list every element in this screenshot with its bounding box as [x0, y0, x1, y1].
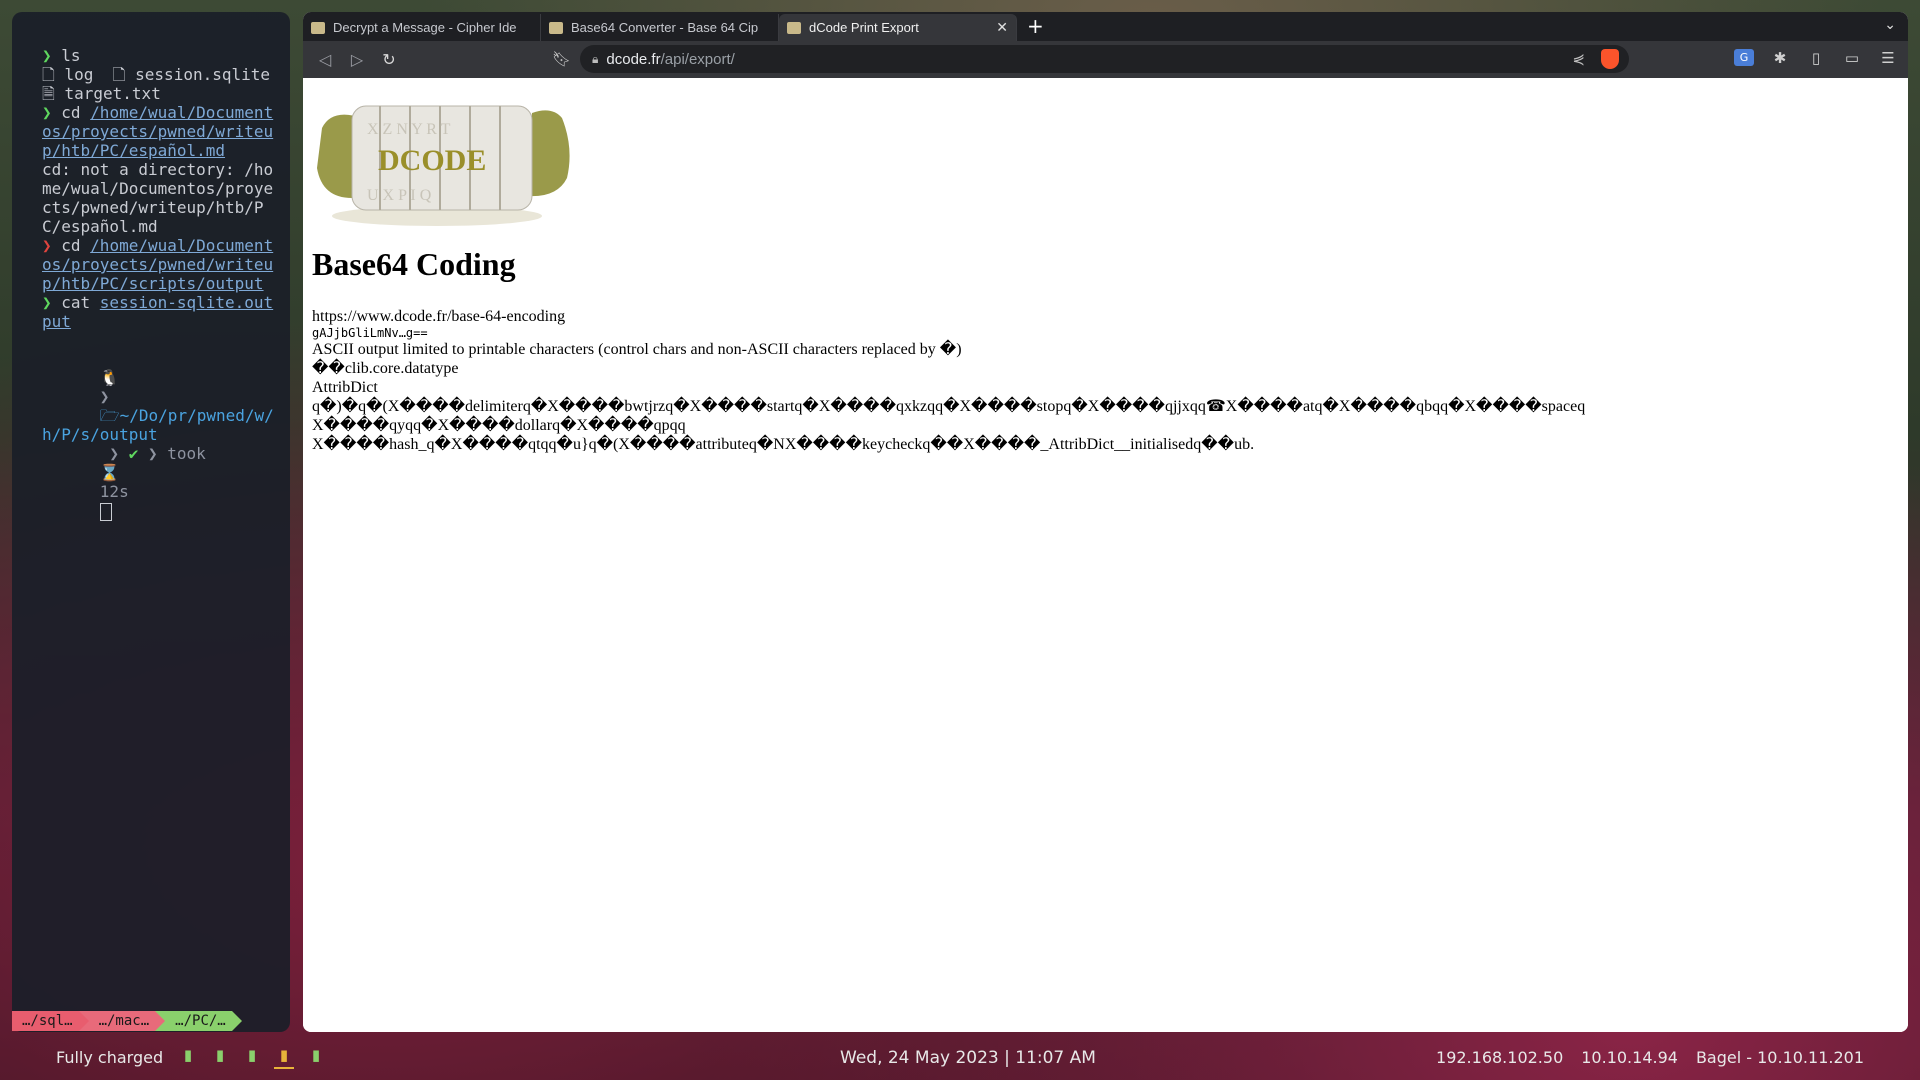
- output-line: X����qyqq�X����dollarq�X����qpqq: [312, 417, 686, 434]
- command-text: ls: [61, 46, 81, 65]
- terminal-output: ❯ ls 🗋 log 🗋 session.sqlite 🗎 target.txt…: [42, 46, 274, 540]
- system-status-bar: Fully charged ▮ ▮ ▮ ▮ ▮ Wed, 24 May 2023…: [0, 1040, 1920, 1080]
- workspace-icon[interactable]: ▮: [242, 1046, 262, 1069]
- terminal-cursor[interactable]: [99, 502, 112, 521]
- reload-icon[interactable]: ↻: [373, 50, 405, 69]
- bookmark-icon[interactable]: 🔖︎: [552, 50, 571, 68]
- error-output: cd: not a directory: /home/wual/Document…: [42, 160, 274, 236]
- tab-bar: Decrypt a Message - Cipher Ide Base64 Co…: [303, 12, 1908, 41]
- terminal-line: ❯ cat session-sqlite.output: [42, 293, 274, 331]
- output-note: ASCII output limited to printable charac…: [312, 341, 962, 358]
- local-ip: 192.168.102.50: [1436, 1048, 1564, 1067]
- browser-toolbar: ◁ ▷ ↻ 🔖︎ 🔒︎ dcode.fr/api/export/ ⋞ G ✱ ▯…: [303, 41, 1908, 78]
- took-label: took: [167, 444, 206, 463]
- browser-tab[interactable]: Base64 Converter - Base 64 Cip: [541, 14, 779, 41]
- chevron-down-icon[interactable]: ⌄: [1884, 17, 1896, 33]
- logo-text: DCODE: [378, 144, 486, 177]
- workspace-icon[interactable]: ▮: [210, 1046, 230, 1069]
- extensions-icon[interactable]: ✱: [1770, 49, 1790, 67]
- prompt-arrow: ❯: [42, 103, 62, 122]
- menu-icon[interactable]: ☰: [1878, 49, 1898, 67]
- address-bar[interactable]: 🔒︎ dcode.fr/api/export/ ⋞: [580, 45, 1629, 73]
- terminal-window[interactable]: ❯ ls 🗋 log 🗋 session.sqlite 🗎 target.txt…: [12, 12, 290, 1032]
- tab-title: dCode Print Export: [809, 20, 919, 35]
- tab-title: Decrypt a Message - Cipher Ide: [333, 20, 517, 35]
- toolbar-actions: G ✱ ▯ ▭ ☰: [1734, 49, 1898, 67]
- dcode-favicon-icon: [549, 21, 563, 34]
- prompt-arrow: ❯: [42, 293, 62, 312]
- output-line: ��clib.core.datatype: [312, 360, 459, 377]
- terminal-line: 🗋 log 🗋 session.sqlite 🗎 target.txt: [42, 65, 274, 103]
- tab-title: Base64 Converter - Base 64 Cip: [571, 20, 759, 35]
- tmux-tab[interactable]: …/sql…: [12, 1011, 79, 1031]
- source-url[interactable]: https://www.dcode.fr/base-64-encoding: [312, 307, 1899, 326]
- forward-icon[interactable]: ▷: [341, 50, 373, 69]
- workspace-switcher: ▮ ▮ ▮ ▮ ▮: [178, 1046, 326, 1069]
- translate-icon[interactable]: G: [1734, 49, 1754, 66]
- shell-prompt: 🐧 ❯ 🗁~/Do/pr/pwned/w/h/P/s/output ❯ ✔ ❯ …: [42, 349, 274, 540]
- ls-output: 🗋 log 🗋 session.sqlite 🗎 target.txt: [42, 65, 290, 103]
- share-icon[interactable]: ⋞: [1572, 50, 1585, 68]
- sidebar-icon[interactable]: ▯: [1806, 49, 1826, 67]
- folder-icon: 🗁: [99, 406, 120, 425]
- page-title: Base64 Coding: [312, 246, 516, 282]
- tmux-tab-active[interactable]: …/PC/…: [165, 1011, 232, 1031]
- svg-text:X Z N Y R T: X Z N Y R T: [367, 121, 451, 138]
- prompt-dir: ~/Do/pr/pwned/w/h/P/s/output: [42, 406, 274, 444]
- prompt-arrow: ❯: [42, 46, 62, 65]
- tmux-tab[interactable]: …/mac…: [88, 1011, 156, 1031]
- command-text: cat: [61, 293, 100, 312]
- workspace-icon[interactable]: ▮: [178, 1046, 198, 1069]
- page-content: X Z N Y R T U X P I Q DCODE Base64 Codin…: [303, 78, 1908, 1032]
- dcode-favicon-icon: [787, 21, 801, 34]
- output-line: X����hash_q�X����qtqq�u}q�(X����attribut…: [312, 436, 1255, 453]
- command-duration: 12s: [99, 482, 129, 501]
- check-icon: ✔: [128, 444, 139, 463]
- input-snippet: gAJjbGliLmNv…g==: [312, 326, 428, 340]
- network-info: 192.168.102.50 10.10.14.94 Bagel - 10.10…: [1436, 1048, 1864, 1067]
- tmux-status-bar: …/sql… …/mac… …/PC/…: [12, 1011, 242, 1031]
- terminal-line: ❯ ls: [42, 46, 274, 65]
- browser-tab[interactable]: Decrypt a Message - Cipher Ide: [303, 14, 541, 41]
- battery-status: Fully charged: [56, 1048, 164, 1067]
- back-icon[interactable]: ◁: [309, 50, 341, 69]
- workspace-icon[interactable]: ▮: [306, 1046, 326, 1069]
- browser-window: Decrypt a Message - Cipher Ide Base64 Co…: [303, 12, 1908, 1032]
- prompt-arrow-error: ❯: [42, 236, 62, 255]
- target-host: Bagel - 10.10.11.201: [1695, 1048, 1864, 1067]
- brave-shields-icon[interactable]: [1601, 49, 1619, 69]
- output-line: AttribDict: [312, 379, 378, 396]
- wallet-icon[interactable]: ▭: [1842, 49, 1862, 67]
- lock-icon: 🔒︎: [592, 51, 599, 66]
- linux-icon: 🐧: [99, 368, 120, 387]
- svg-text:U X P I Q: U X P I Q: [367, 187, 432, 204]
- command-text: cd: [61, 103, 91, 122]
- terminal-line: cd: not a directory: /home/wual/Document…: [42, 160, 274, 236]
- clock: Wed, 24 May 2023 | 11:07 AM: [840, 1048, 1096, 1068]
- terminal-line: ❯ cd /home/wual/Documentos/proyects/pwne…: [42, 236, 274, 293]
- vpn-ip: 10.10.14.94: [1581, 1048, 1678, 1067]
- output-line: q�)�q�(X����delimiterq�X����bwtjrzq�X���…: [312, 398, 1586, 415]
- terminal-line: ❯ cd /home/wual/Documentos/proyects/pwne…: [42, 103, 274, 160]
- dcode-favicon-icon: [311, 21, 325, 34]
- browser-tab-active[interactable]: dCode Print Export ✕: [779, 14, 1017, 41]
- url-path: /api/export/: [660, 50, 735, 68]
- close-icon[interactable]: ✕: [996, 19, 1008, 36]
- workspace-icon-active[interactable]: ▮: [274, 1046, 294, 1069]
- url-host: dcode.fr: [606, 50, 661, 68]
- hourglass-icon: ⌛: [99, 463, 120, 482]
- dcode-logo: X Z N Y R T U X P I Q DCODE: [312, 88, 572, 228]
- new-tab-button[interactable]: +: [1027, 14, 1044, 38]
- command-text: cd: [61, 236, 91, 255]
